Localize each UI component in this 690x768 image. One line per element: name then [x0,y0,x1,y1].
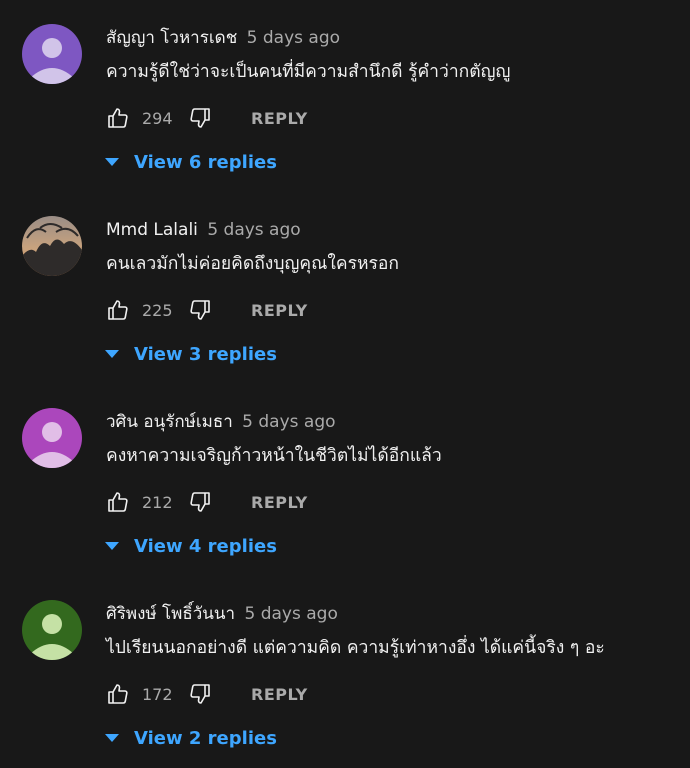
comment-text: ความรู้ดีใช่ว่าจะเป็นคนที่มีความสำนึกดี … [106,62,511,82]
view-replies-label: View 2 replies [134,727,277,749]
comment-actions: 294 REPLY [106,104,308,132]
comment: สัญญา โวหารเดช 5 days ago ความรู้ดีใช่ว่… [0,0,690,192]
like-count: 212 [142,492,173,512]
reply-button[interactable]: REPLY [251,493,308,512]
like-count: 172 [142,684,173,704]
avatar[interactable] [22,600,82,660]
comment-header: ศิริพงษ์ โพธิ์วันนา 5 days ago [106,602,338,626]
author-name[interactable]: ศิริพงษ์ โพธิ์วันนา [106,604,235,624]
view-replies-button[interactable]: View 4 replies [104,532,277,560]
thumbs-up-icon[interactable] [106,106,130,130]
thumbs-down-icon[interactable] [188,490,212,514]
like-count: 225 [142,300,173,320]
comment-header: วศิน อนุรักษ์เมธา 5 days ago [106,410,336,434]
avatar[interactable] [22,24,82,84]
view-replies-button[interactable]: View 6 replies [104,148,277,176]
reply-button[interactable]: REPLY [251,685,308,704]
comment-actions: 172 REPLY [106,680,308,708]
comment-text: คนเลวมักไม่ค่อยคิดถึงบุญคุณใครหรอก [106,254,400,274]
caret-down-icon [105,350,119,358]
author-name[interactable]: Mmd Lalali [106,220,198,240]
caret-down-icon [105,542,119,550]
author-name[interactable]: สัญญา โวหารเดช [106,28,237,48]
comment: Mmd Lalali 5 days ago คนเลวมักไม่ค่อยคิด… [0,192,690,384]
thumbs-up-icon[interactable] [106,682,130,706]
thumbs-down-icon[interactable] [188,106,212,130]
caret-down-icon [105,734,119,742]
view-replies-label: View 4 replies [134,535,277,557]
avatar[interactable] [22,216,82,276]
avatar-image [22,216,82,276]
avatar[interactable] [22,408,82,468]
comment-header: สัญญา โวหารเดช 5 days ago [106,26,340,50]
comment-timestamp[interactable]: 5 days ago [207,220,300,240]
comment-timestamp[interactable]: 5 days ago [247,28,340,48]
comment-actions: 212 REPLY [106,488,308,516]
thumbs-up-icon[interactable] [106,490,130,514]
comment: วศิน อนุรักษ์เมธา 5 days ago คงหาความเจร… [0,384,690,576]
author-name[interactable]: วศิน อนุรักษ์เมธา [106,412,233,432]
comment-header: Mmd Lalali 5 days ago [106,218,301,242]
comment-timestamp[interactable]: 5 days ago [245,604,338,624]
comment-text: ไปเรียนนอกอย่างดี แต่ความคิด ความรู้เท่า… [106,638,605,658]
comment-text: คงหาความเจริญก้าวหน้าในชีวิตไม่ได้อีกแล้… [106,446,442,466]
reply-button[interactable]: REPLY [251,109,308,128]
thumbs-up-icon[interactable] [106,298,130,322]
avatar-image [22,24,82,84]
avatar-image [22,408,82,468]
thumbs-down-icon[interactable] [188,298,212,322]
comment-timestamp[interactable]: 5 days ago [242,412,335,432]
reply-button[interactable]: REPLY [251,301,308,320]
caret-down-icon [105,158,119,166]
view-replies-button[interactable]: View 2 replies [104,724,277,752]
avatar-image [22,600,82,660]
comment-actions: 225 REPLY [106,296,308,324]
thumbs-down-icon[interactable] [188,682,212,706]
view-replies-button[interactable]: View 3 replies [104,340,277,368]
like-count: 294 [142,108,173,128]
comment: ศิริพงษ์ โพธิ์วันนา 5 days ago ไปเรียนนอ… [0,576,690,768]
view-replies-label: View 3 replies [134,343,277,365]
view-replies-label: View 6 replies [134,151,277,173]
